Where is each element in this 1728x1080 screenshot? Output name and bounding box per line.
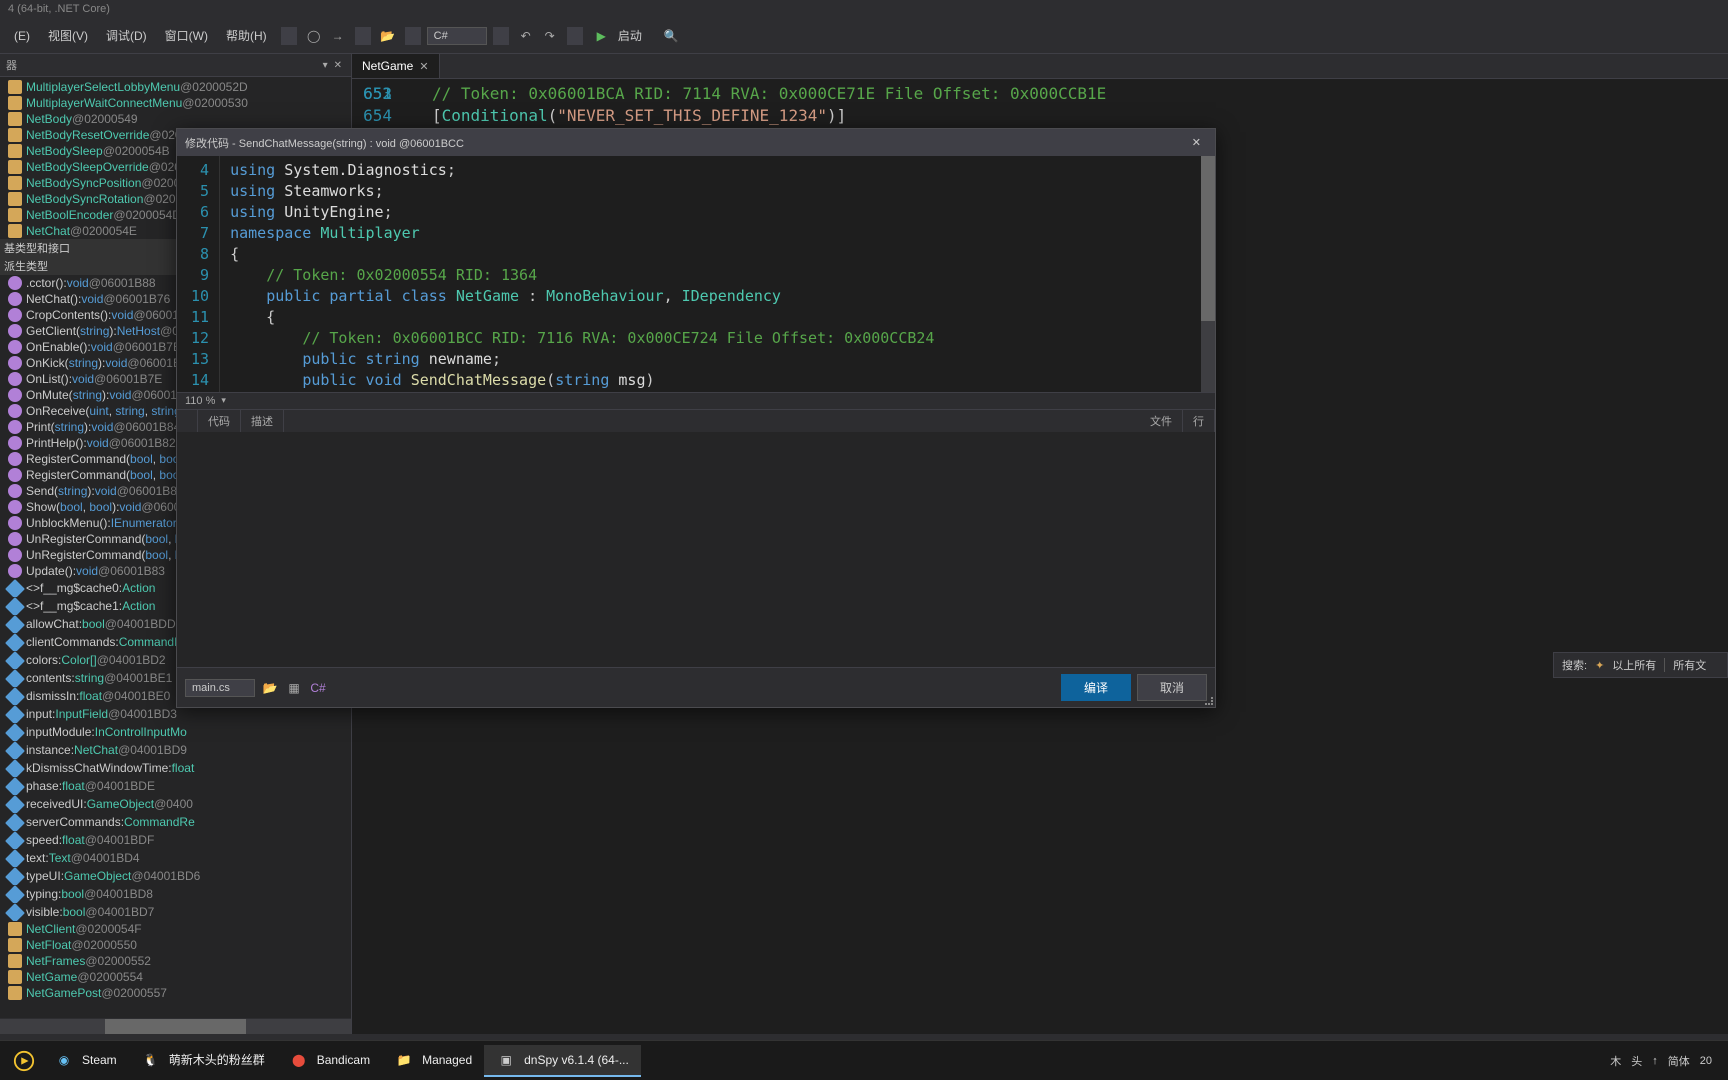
taskbar-app[interactable]: ▣dnSpy v6.1.4 (64-... <box>484 1045 641 1077</box>
search-label: 搜索: <box>1562 657 1587 673</box>
col-file[interactable]: 文件 <box>1140 410 1183 432</box>
zoom-status: 110 % ▾ <box>177 392 1215 409</box>
menu-window[interactable]: 窗口(W) <box>157 24 216 47</box>
tree-item[interactable]: NetGame @02000554 <box>0 969 351 985</box>
menu-help[interactable]: 帮助(H) <box>218 24 275 47</box>
separator <box>567 27 583 45</box>
col-line[interactable]: 行 <box>1183 410 1215 432</box>
tree-item[interactable]: text : Text @04001BD4 <box>0 849 351 867</box>
sidebar-header: 器 ▾ ✕ <box>0 54 351 77</box>
taskbar-app[interactable]: 📁Managed <box>382 1045 484 1077</box>
system-tray[interactable]: 木 头 ↑ 简体 20 <box>1610 1053 1720 1069</box>
compile-button[interactable]: 编译 <box>1061 674 1131 701</box>
open-icon[interactable]: 📂 <box>379 27 397 45</box>
col-code[interactable]: 代码 <box>198 410 241 432</box>
taskbar-app[interactable]: ◉Steam <box>42 1045 129 1077</box>
scope-dropdown[interactable]: 以上所有 <box>1612 657 1656 673</box>
nav-back-icon[interactable]: ◯ <box>305 27 323 45</box>
filter-dropdown[interactable]: 所有文 <box>1673 657 1706 673</box>
tray-ime[interactable]: 简体 <box>1668 1053 1690 1069</box>
binary-icon[interactable]: ▦ <box>285 679 303 697</box>
tray-item[interactable]: 头 <box>1631 1053 1642 1069</box>
chevron-down-icon[interactable]: ▾ <box>221 395 226 406</box>
tree-item[interactable]: serverCommands : CommandRe <box>0 813 351 831</box>
line-gutter: 4567891011121314151617181920212223242526 <box>177 156 220 392</box>
open-folder-icon[interactable]: 📂 <box>261 679 279 697</box>
editor-tabs: NetGame ✕ <box>352 54 1728 79</box>
col-icon <box>177 410 198 432</box>
separator <box>493 27 509 45</box>
taskbar-app[interactable]: ⬤Bandicam <box>277 1045 382 1077</box>
tree-item[interactable]: MultiplayerSelectLobbyMenu @0200052D <box>0 79 351 95</box>
code-body[interactable]: using System.Diagnostics;using Steamwork… <box>220 156 1215 392</box>
redo-icon[interactable]: ↷ <box>541 27 559 45</box>
tree-item[interactable]: kDismissChatWindowTime : float <box>0 759 351 777</box>
separator <box>355 27 371 45</box>
panel-label: 器 <box>6 57 17 73</box>
close-icon[interactable]: ✕ <box>1186 134 1207 151</box>
menu-file[interactable]: (E) <box>6 26 38 46</box>
tree-item[interactable]: MultiplayerWaitConnectMenu @02000530 <box>0 95 351 111</box>
nav-fwd-icon[interactable]: → <box>329 27 347 45</box>
dialog-footer: main.cs 📂 ▦ C# 编译 取消 <box>177 667 1215 707</box>
menu-view[interactable]: 视图(V) <box>40 24 96 47</box>
window-title: 4 (64-bit, .NET Core) <box>0 0 1728 18</box>
tree-item[interactable]: NetClient @0200054F <box>0 921 351 937</box>
tree-item[interactable]: visible : bool @04001BD7 <box>0 903 351 921</box>
error-list-header: 代码 描述 文件 行 <box>177 409 1215 432</box>
language-dropdown[interactable]: C# <box>427 27 487 45</box>
chevron-down-icon[interactable]: ▾ <box>323 60 328 71</box>
tree-item[interactable]: typing : bool @04001BD8 <box>0 885 351 903</box>
zoom-level[interactable]: 110 % <box>185 395 215 407</box>
run-button[interactable]: ▶ 启动 <box>589 22 658 49</box>
tree-item[interactable]: instance : NetChat @04001BD9 <box>0 741 351 759</box>
tray-item[interactable]: ↑ <box>1652 1055 1658 1067</box>
close-icon[interactable]: ✕ <box>419 60 428 73</box>
search-toolbar: 搜索: ✦ 以上所有 所有文 <box>1553 652 1728 678</box>
menu-bar: (E) 视图(V) 调试(D) 窗口(W) 帮助(H) ◯ → 📂 C# ↶ ↷… <box>0 18 1728 54</box>
tree-item[interactable]: speed : float @04001BDF <box>0 831 351 849</box>
col-desc[interactable]: 描述 <box>241 410 284 432</box>
edit-code-dialog: 修改代码 - SendChatMessage(string) : void @0… <box>176 128 1216 708</box>
star-icon[interactable]: ✦ <box>1595 659 1604 672</box>
scrollbar-vertical[interactable] <box>1201 156 1215 392</box>
tree-item[interactable]: inputModule : InControlInputMo <box>0 723 351 741</box>
tab-netgame[interactable]: NetGame ✕ <box>352 54 440 78</box>
taskbar: ◉Steam🐧萌新木头的粉丝群⬤Bandicam📁Managed▣dnSpy v… <box>0 1040 1728 1080</box>
tree-item[interactable]: NetFloat @02000550 <box>0 937 351 953</box>
tree-item[interactable]: NetFrames @02000552 <box>0 953 351 969</box>
dialog-title: 修改代码 - SendChatMessage(string) : void @0… <box>185 135 464 151</box>
tree-item[interactable]: phase : float @04001BDE <box>0 777 351 795</box>
csharp-icon[interactable]: C# <box>309 679 327 697</box>
filename-dropdown[interactable]: main.cs <box>185 679 255 697</box>
run-label: 启动 <box>610 24 650 47</box>
tree-item[interactable]: typeUI : GameObject @04001BD6 <box>0 867 351 885</box>
error-list-body <box>177 432 1215 668</box>
resize-grip[interactable] <box>1203 695 1215 707</box>
scrollbar-horizontal[interactable] <box>0 1018 351 1034</box>
search-icon[interactable]: 🔍 <box>662 27 680 45</box>
taskbar-app[interactable]: 🐧萌新木头的粉丝群 <box>129 1045 277 1077</box>
separator <box>281 27 297 45</box>
tab-label: NetGame <box>362 59 413 73</box>
dialog-code-editor[interactable]: 4567891011121314151617181920212223242526… <box>177 156 1215 392</box>
close-icon[interactable]: ✕ <box>334 60 342 71</box>
start-button[interactable] <box>8 1045 40 1077</box>
tree-item[interactable]: NetGamePost @02000557 <box>0 985 351 1001</box>
menu-debug[interactable]: 调试(D) <box>98 24 155 47</box>
tray-item[interactable]: 20 <box>1700 1055 1712 1067</box>
undo-icon[interactable]: ↶ <box>517 27 535 45</box>
tray-item[interactable]: 木 <box>1610 1053 1621 1069</box>
dialog-titlebar[interactable]: 修改代码 - SendChatMessage(string) : void @0… <box>177 129 1215 156</box>
separator <box>405 27 421 45</box>
cancel-button[interactable]: 取消 <box>1137 674 1207 701</box>
tree-item[interactable]: receivedUI : GameObject @0400 <box>0 795 351 813</box>
tree-item[interactable]: NetBody @02000549 <box>0 111 351 127</box>
